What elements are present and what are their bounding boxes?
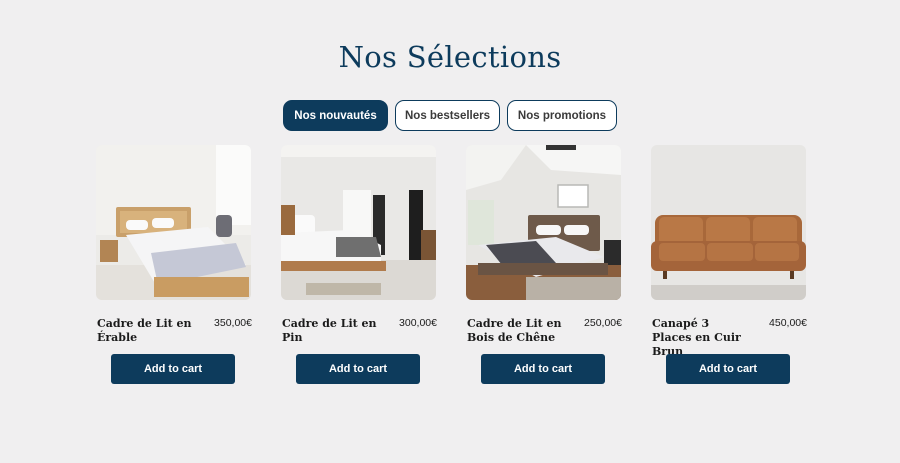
product-name[interactable]: Cadre de Lit en Érable	[97, 317, 197, 345]
product-image-leather-sofa[interactable]	[651, 145, 806, 300]
page-title: Nos Sélections	[338, 40, 562, 74]
product-image-maple-bed[interactable]	[96, 145, 251, 300]
add-to-cart-button[interactable]: Add to cart	[666, 354, 790, 384]
product-card: Cadre de Lit en Bois de Chêne 250,00€ Ad…	[466, 145, 622, 384]
product-card: Canapé 3 Places en Cuir Brun 450,00€ Add…	[651, 145, 807, 384]
add-to-cart-button[interactable]: Add to cart	[481, 354, 605, 384]
tab-nouveautes[interactable]: Nos nouvautés	[283, 100, 388, 131]
selection-tabs: Nos nouvautés Nos bestsellers Nos promot…	[0, 100, 900, 131]
tab-promotions[interactable]: Nos promotions	[507, 100, 617, 131]
product-name[interactable]: Canapé 3 Places en Cuir Brun	[652, 317, 752, 359]
product-price: 450,00€	[769, 317, 807, 329]
add-to-cart-button[interactable]: Add to cart	[111, 354, 235, 384]
product-price: 300,00€	[399, 317, 437, 329]
add-to-cart-button[interactable]: Add to cart	[296, 354, 420, 384]
product-card: Cadre de Lit en Pin 300,00€ Add to cart	[281, 145, 437, 384]
product-card: Cadre de Lit en Érable 350,00€ Add to ca…	[96, 145, 252, 384]
product-image-pine-bed[interactable]	[281, 145, 436, 300]
tab-bestsellers[interactable]: Nos bestsellers	[395, 100, 500, 131]
product-price: 350,00€	[214, 317, 252, 329]
product-image-oak-bed[interactable]	[466, 145, 621, 300]
product-price: 250,00€	[584, 317, 622, 329]
product-name[interactable]: Cadre de Lit en Bois de Chêne	[467, 317, 567, 345]
product-name[interactable]: Cadre de Lit en Pin	[282, 317, 382, 345]
